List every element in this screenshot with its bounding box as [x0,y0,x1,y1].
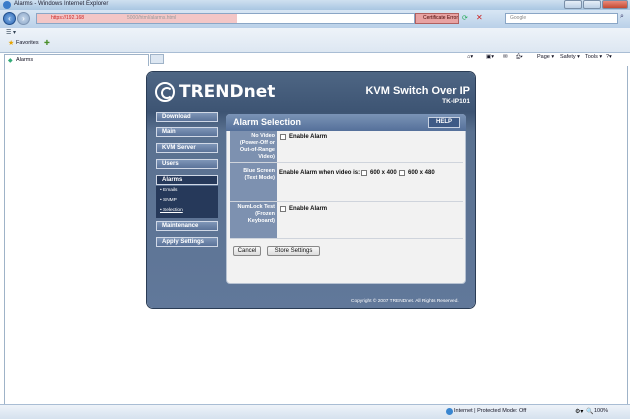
favorites-star-icon[interactable]: ★ [8,39,14,47]
refresh-icon[interactable]: ⟳ [462,14,468,22]
copyright-text: Copyright © 2007 TRENDnet. All Rights Re… [351,299,459,304]
address-url: 5000/html/alarms.html [127,15,177,21]
help-button[interactable]: HELP [428,117,460,128]
new-tab-button[interactable] [150,54,164,64]
nav-main[interactable]: Main [156,127,218,137]
print-icon[interactable]: ⎙▾ [516,54,523,61]
back-button[interactable]: ‹ [3,12,16,25]
search-placeholder: Google [510,15,527,21]
favorites-label[interactable]: Favorites [16,40,39,46]
numlock-label: NumLock Test (Frozen Keyboard) [230,202,277,238]
certificate-error-label: Certificate Error [423,15,459,21]
zoom-icon[interactable]: 🔍 [586,408,593,415]
address-https: https://192.168 [51,15,85,21]
nav-users[interactable]: Users [156,159,218,169]
window-title: Alarms - Windows Internet Explorer [14,1,109,7]
numlock-enable-label: Enable Alarm [289,206,328,212]
tools-menu[interactable]: Tools ▾ [585,54,602,60]
nav-apply-settings[interactable]: Apply Settings [156,237,218,247]
minimize-button[interactable] [564,0,582,9]
home-icon[interactable]: ⌂▾ [467,54,473,60]
address-field[interactable]: https://192.168 5000/html/alarms.html [36,13,415,24]
blue-screen-600x480-label: 600 x 480 [408,170,435,176]
nav-kvm-server[interactable]: KVM Server [156,143,218,153]
no-video-enable-label: Enable Alarm [289,134,328,140]
tab-alarms[interactable]: ◆ Alarms [4,54,149,66]
blue-screen-label: Blue Screen (Text Mode) [230,163,277,201]
page-icon: ◆ [8,58,13,64]
nav-download[interactable]: Download [156,112,218,122]
numlock-enable-checkbox[interactable] [280,206,286,212]
logo-ring-icon [155,82,175,102]
ie-logo-icon [3,1,11,9]
blue-screen-prefix: Enable Alarm when video is: [279,170,361,176]
favorites-bar: ☰ ▾ ★ Favorites ✚ [0,28,630,53]
internet-zone-icon [446,408,453,415]
cancel-button[interactable]: Cancel [233,246,261,256]
maximize-button[interactable] [583,0,601,9]
add-favorite-icon[interactable]: ✚ [44,39,50,47]
product-title: KVM Switch Over IP [365,85,470,97]
security-zone-label[interactable]: Internet | Protected Mode: Off [454,408,526,414]
nav-alarms[interactable]: Alarms [156,175,218,185]
blue-screen-600x400-label: 600 x 400 [370,170,397,176]
help-menu-icon[interactable]: ?▾ [606,54,612,60]
feeds-icon[interactable]: ▣▾ [486,54,494,60]
store-settings-button[interactable]: Store Settings [267,246,320,256]
blue-screen-600x480-checkbox[interactable] [399,170,405,176]
protected-mode-icon[interactable]: ⚙▾ [575,408,583,415]
subnav-snmp[interactable]: • SNMP [160,198,177,203]
no-video-label: No Video (Power-Off or Out-of-Range Vide… [230,131,277,162]
search-icon[interactable]: ⌕ [620,13,624,21]
safety-menu[interactable]: Safety ▾ [560,54,580,60]
trendnet-logo: TRENDnet [155,80,275,104]
mail-icon[interactable]: ✉ [503,54,508,60]
toolbar-icons[interactable]: ☰ ▾ [6,29,16,36]
alarms-submenu: • Emails • SNMP • Selection [156,186,218,218]
status-bar: Internet | Protected Mode: Off ⚙▾ 🔍 100% [0,404,630,419]
address-bar-row: ‹ › https://192.168 5000/html/alarms.htm… [0,10,630,28]
subnav-selection[interactable]: • Selection [160,208,183,213]
nav-maintenance[interactable]: Maintenance [156,221,218,231]
logo-text: TRENDnet [179,82,276,102]
forward-button[interactable]: › [17,12,30,25]
window-title-bar: Alarms - Windows Internet Explorer [0,0,630,10]
search-input[interactable]: Google [505,13,618,24]
no-video-enable-checkbox[interactable] [280,134,286,140]
model-number: TK-IP101 [442,98,470,105]
tab-title: Alarms [16,57,34,63]
certificate-error-button[interactable]: Certificate Error [415,13,459,24]
page-menu[interactable]: Page ▾ [537,54,554,60]
blue-screen-600x400-checkbox[interactable] [361,170,367,176]
close-button[interactable] [602,0,628,9]
subnav-emails[interactable]: • Emails [160,188,177,193]
row-divider [230,238,463,239]
section-title: Alarm Selection [233,117,302,127]
zoom-level[interactable]: 100% [594,408,608,414]
stop-icon[interactable]: ✕ [476,13,483,22]
